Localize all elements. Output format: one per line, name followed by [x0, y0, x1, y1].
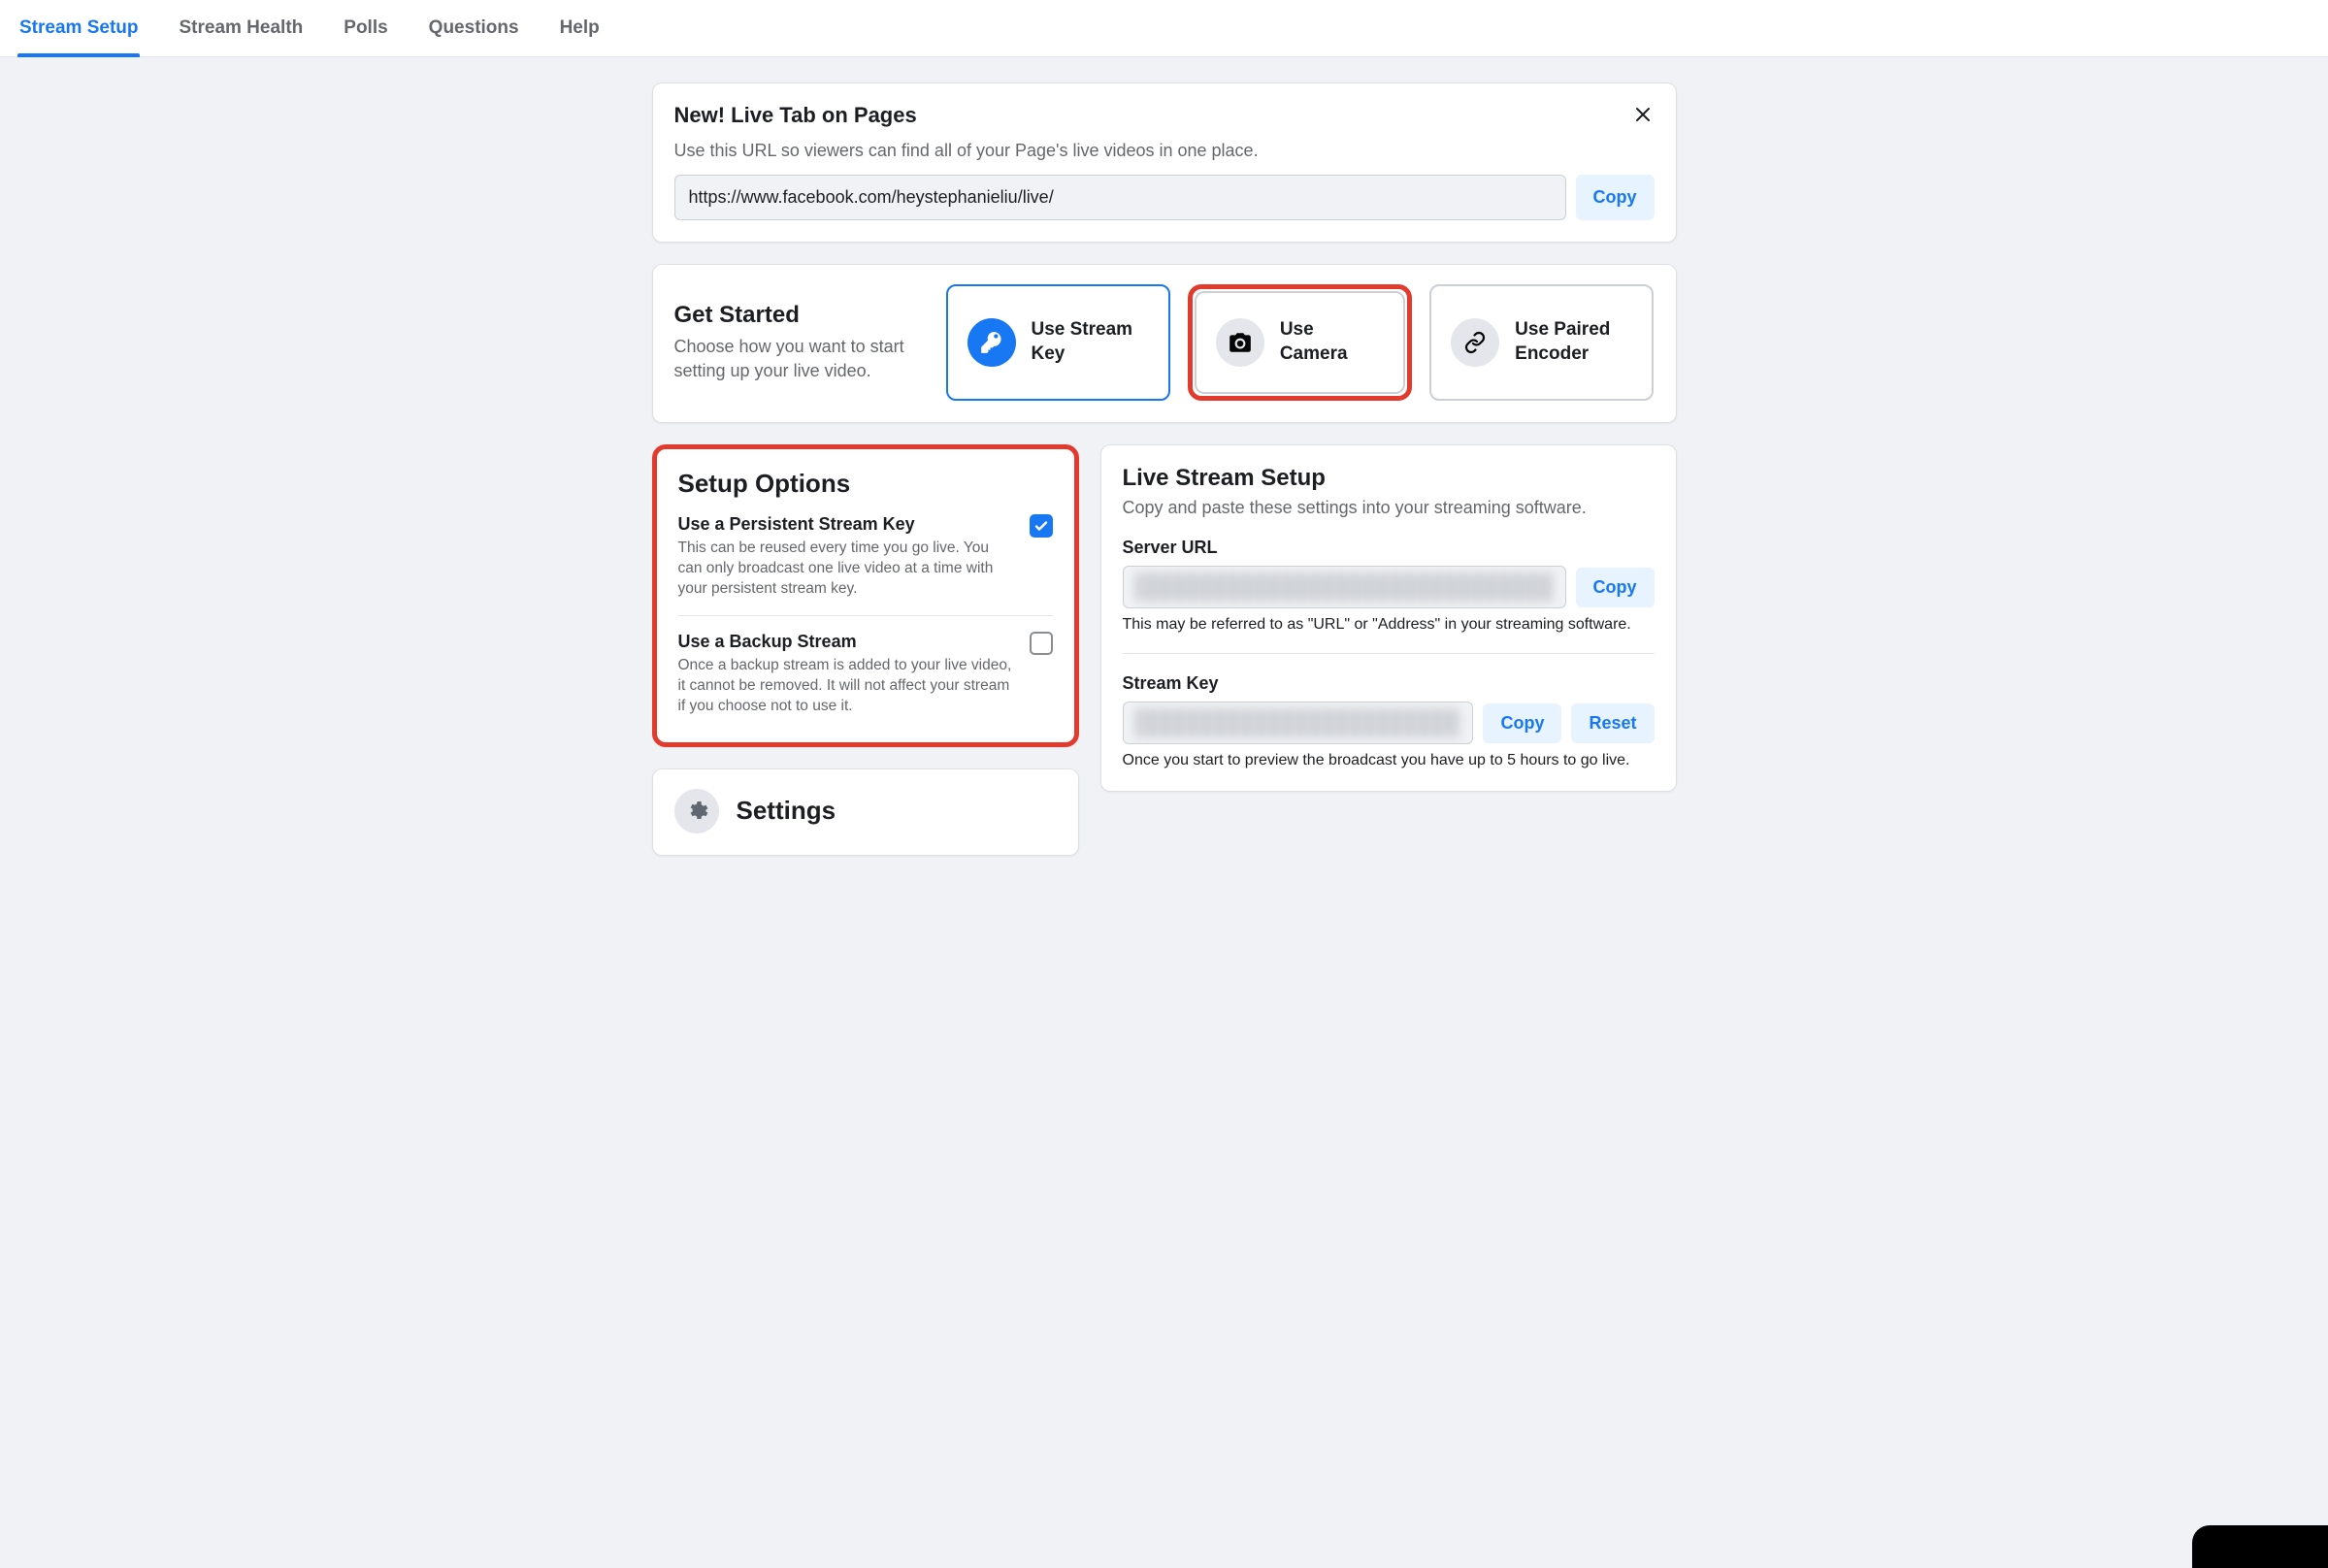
- option-persistent-key: Use a Persistent Stream Key This can be …: [678, 514, 1053, 600]
- copy-url-button[interactable]: Copy: [1576, 175, 1655, 220]
- settings-title: Settings: [737, 796, 836, 826]
- tab-stream-health[interactable]: Stream Health: [177, 0, 305, 56]
- server-url-input[interactable]: [1123, 566, 1566, 608]
- get-started-title: Get Started: [674, 302, 927, 329]
- divider: [1123, 653, 1655, 654]
- reset-stream-key-button[interactable]: Reset: [1571, 703, 1654, 743]
- option-desc: This can be reused every time you go liv…: [678, 539, 1014, 600]
- chat-widget[interactable]: [2192, 1525, 2328, 1568]
- option-desc: Once a backup stream is added to your li…: [678, 656, 1014, 717]
- copy-stream-key-button[interactable]: Copy: [1483, 703, 1561, 743]
- option-use-paired-encoder[interactable]: Use Paired Encoder: [1429, 284, 1654, 401]
- tab-stream-setup[interactable]: Stream Setup: [17, 0, 140, 56]
- get-started-card: Get Started Choose how you want to start…: [652, 264, 1677, 423]
- camera-icon: [1216, 318, 1264, 367]
- settings-card[interactable]: Settings: [652, 768, 1079, 856]
- live-stream-subtitle: Copy and paste these settings into your …: [1123, 498, 1655, 518]
- persistent-key-checkbox[interactable]: [1030, 514, 1053, 538]
- link-icon: [1451, 318, 1499, 367]
- option-title: Use a Persistent Stream Key: [678, 514, 1014, 535]
- setup-options-card: Setup Options Use a Persistent Stream Ke…: [652, 444, 1079, 747]
- get-started-subtitle: Choose how you want to start setting up …: [674, 335, 927, 383]
- gear-icon: [674, 789, 719, 833]
- banner-title: New! Live Tab on Pages: [674, 103, 917, 128]
- server-url-hint: This may be referred to as "URL" or "Add…: [1123, 616, 1655, 634]
- option-use-stream-key[interactable]: Use Stream Key: [946, 284, 1170, 401]
- stream-key-label: Stream Key: [1123, 673, 1655, 694]
- tab-polls[interactable]: Polls: [342, 0, 389, 56]
- option-label: Use Stream Key: [1032, 318, 1149, 366]
- tab-help[interactable]: Help: [558, 0, 602, 56]
- option-label: Use Paired Encoder: [1515, 318, 1632, 366]
- tab-questions[interactable]: Questions: [427, 0, 521, 56]
- stream-key-input[interactable]: [1123, 702, 1474, 744]
- option-label: Use Camera: [1280, 318, 1384, 366]
- close-icon[interactable]: [1631, 103, 1655, 131]
- backup-stream-checkbox[interactable]: [1030, 632, 1053, 655]
- copy-server-url-button[interactable]: Copy: [1576, 568, 1655, 607]
- key-icon: [967, 318, 1016, 367]
- option-backup-stream: Use a Backup Stream Once a backup stream…: [678, 615, 1053, 717]
- option-title: Use a Backup Stream: [678, 632, 1014, 652]
- tab-bar: Stream Setup Stream Health Polls Questio…: [0, 0, 2328, 57]
- server-url-label: Server URL: [1123, 538, 1655, 558]
- banner-subtitle: Use this URL so viewers can find all of …: [674, 141, 1655, 161]
- live-url-input[interactable]: [674, 175, 1566, 220]
- stream-key-hint: Once you start to preview the broadcast …: [1123, 752, 1655, 769]
- live-stream-title: Live Stream Setup: [1123, 465, 1655, 492]
- live-stream-setup-card: Live Stream Setup Copy and paste these s…: [1100, 444, 1677, 792]
- live-tab-banner: New! Live Tab on Pages Use this URL so v…: [652, 82, 1677, 243]
- option-use-camera[interactable]: Use Camera: [1195, 291, 1405, 394]
- highlight-use-camera: Use Camera: [1188, 284, 1412, 401]
- setup-options-title: Setup Options: [678, 469, 1053, 499]
